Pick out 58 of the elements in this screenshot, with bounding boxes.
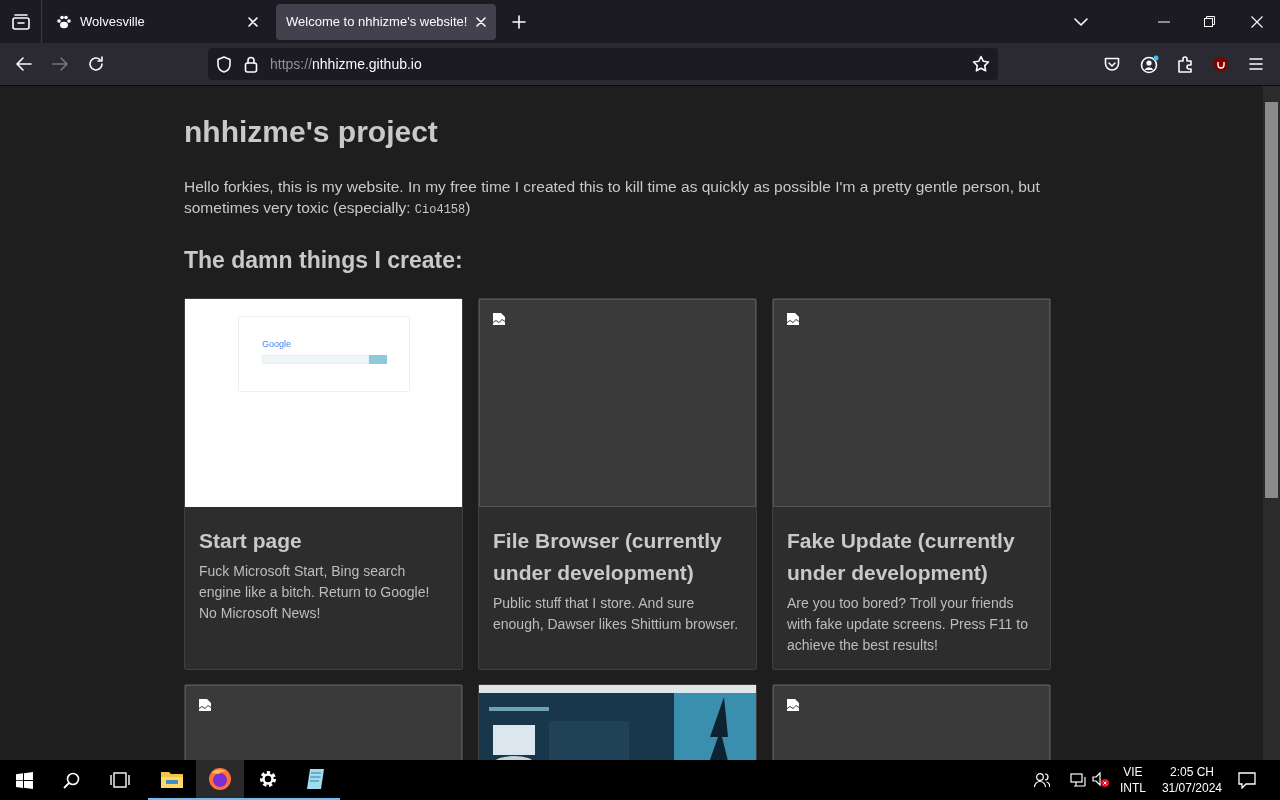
paw-icon	[56, 13, 72, 30]
search-icon[interactable]	[63, 771, 80, 789]
network-icon[interactable]	[1069, 772, 1087, 788]
close-icon[interactable]	[476, 16, 486, 27]
card-description: Are you too bored? Troll your friends with fake update screens. Press F11 to achieve the best results!	[787, 593, 1029, 655]
project-card[interactable]: File Browser (currently under development) Public stuff that I store. And sure enough, Dawser likes Shittium browser.	[478, 297, 757, 670]
shield-icon	[216, 55, 232, 73]
new-tab-icon[interactable]	[512, 14, 526, 29]
account-icon[interactable]	[1140, 54, 1159, 74]
page-heading: nhhizme's project	[184, 114, 439, 150]
puzzle-icon[interactable]	[1177, 55, 1193, 73]
language-indicator[interactable]: VIE	[1123, 764, 1143, 780]
language-indicator[interactable]: INTL	[1119, 780, 1146, 796]
tab-title: Wolvesville	[80, 12, 146, 31]
section-heading: The damn things I create:	[184, 246, 464, 275]
scrollbar-thumb[interactable]	[1265, 102, 1278, 498]
scrollbar[interactable]	[1263, 86, 1280, 760]
restore-icon[interactable]	[1204, 16, 1215, 27]
clock-date[interactable]: 31/07/2024	[1161, 780, 1222, 796]
browser-tab[interactable]: Welcome to nhhizme's website!	[276, 3, 496, 40]
card-description: Fuck Microsoft Start, Bing search engine like a bitch. Return to Google! No Microsoft News!	[199, 561, 431, 623]
card-description: Public stuff that I store. And sure enough, Dawser likes Shittium browser.	[493, 593, 740, 634]
notification-icon[interactable]	[1238, 771, 1256, 789]
taskbar-button[interactable]	[196, 760, 244, 800]
reload-icon[interactable]	[88, 56, 104, 72]
menu-icon[interactable]	[1249, 58, 1263, 70]
url-text: https://nhhizme.github.io	[270, 54, 423, 74]
broken-image-icon	[786, 311, 800, 326]
pocket-icon[interactable]	[1104, 57, 1120, 71]
card-title: Fake Update (currently under development)	[787, 527, 1016, 586]
address-bar[interactable]: https://nhhizme.github.io	[208, 48, 998, 80]
minimize-icon[interactable]	[1158, 20, 1170, 23]
browser-icon	[207, 766, 233, 792]
card-title: Start page	[199, 527, 303, 554]
browser-tab[interactable]: Wolvesville	[46, 3, 268, 40]
shield-extension-icon[interactable]	[1213, 55, 1229, 73]
forward-icon[interactable]	[52, 57, 68, 71]
clock-time[interactable]: 2:05 CH	[1169, 764, 1214, 780]
broken-image-icon	[198, 697, 212, 712]
broken-image-icon	[786, 697, 800, 712]
back-icon[interactable]	[16, 57, 32, 71]
windows-icon[interactable]	[16, 771, 33, 789]
card-title: File Browser (currently under development)	[493, 527, 723, 586]
lock-icon	[244, 55, 258, 73]
broken-image-icon	[492, 311, 506, 326]
people-icon[interactable]	[1033, 772, 1050, 788]
task-view-icon[interactable]	[110, 772, 130, 788]
volume-muted-icon[interactable]	[1091, 772, 1110, 788]
tab-title: Welcome to nhhizme's website!	[286, 12, 468, 31]
project-card[interactable]: Google Start page Fuck Microsoft Start, Bing search engine like a bitch. Return to Google! No Microsoft News!	[184, 297, 463, 670]
search-button	[369, 354, 387, 364]
tab-list-icon[interactable]	[11, 13, 30, 30]
star-icon[interactable]	[972, 55, 990, 73]
project-card[interactable]: Fake Update (currently under development) Are you too bored? Troll your friends with fake update screens. Press F11 to achieve the best results!	[772, 297, 1051, 670]
chevron-down-icon[interactable]	[1074, 17, 1088, 26]
close-icon[interactable]	[248, 16, 258, 27]
close-icon[interactable]	[1251, 15, 1263, 28]
logo-text: Google	[262, 337, 292, 351]
